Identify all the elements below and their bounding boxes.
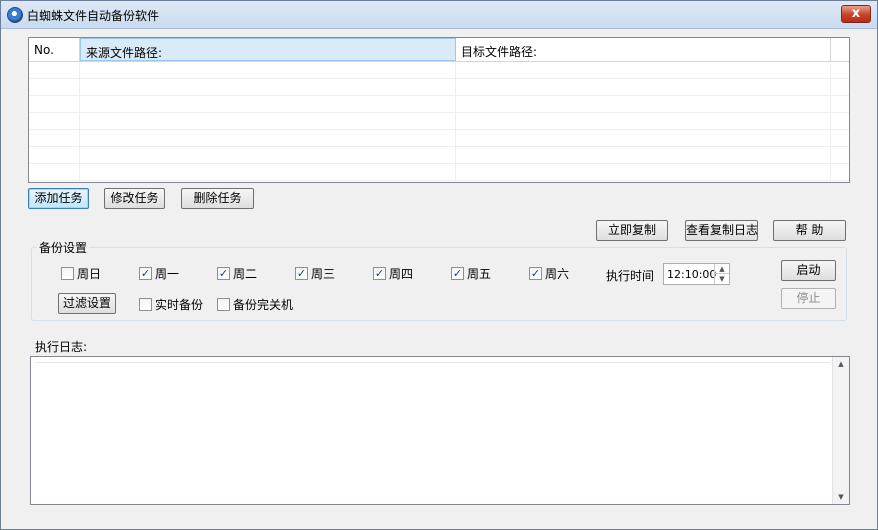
task-table[interactable]: No. 来源文件路径: 目标文件路径: [28, 37, 850, 183]
table-row[interactable] [29, 62, 849, 79]
title-bar[interactable]: 白蜘蛛文件自动备份软件 x [1, 1, 877, 29]
help-button[interactable]: 帮 助 [773, 220, 846, 241]
table-row[interactable] [29, 130, 849, 147]
checkbox-thursday[interactable]: ✓ 周四 [373, 265, 413, 282]
delete-task-button[interactable]: 删除任务 [181, 188, 254, 209]
checkbox-label: 周五 [467, 267, 492, 281]
spin-down-icon[interactable]: ▼ [715, 274, 729, 284]
checkbox-friday[interactable]: ✓ 周五 [451, 265, 491, 282]
app-logo-icon [7, 7, 23, 23]
checkbox-saturday[interactable]: ✓ 周六 [529, 265, 569, 282]
edit-task-button[interactable]: 修改任务 [104, 188, 165, 209]
checkbox-box[interactable] [61, 267, 74, 280]
filter-settings-button[interactable]: 过滤设置 [58, 293, 116, 314]
window-title: 白蜘蛛文件自动备份软件 [27, 9, 160, 23]
backup-settings-label: 备份设置 [37, 239, 90, 256]
checkbox-label: 实时备份 [155, 298, 204, 312]
add-task-button[interactable]: 添加任务 [28, 188, 89, 209]
checkbox-box[interactable] [217, 298, 230, 311]
spin-up-icon[interactable]: ▲ [715, 264, 729, 274]
checkbox-box[interactable] [139, 298, 152, 311]
checkmark-icon[interactable]: ✓ [529, 267, 542, 280]
checkbox-label: 备份完关机 [233, 298, 294, 312]
table-header: No. 来源文件路径: 目标文件路径: [29, 38, 849, 62]
checkbox-label: 周二 [233, 267, 258, 281]
checkmark-icon[interactable]: ✓ [217, 267, 230, 280]
checkbox-shutdown-after-backup[interactable]: 备份完关机 [217, 296, 293, 313]
stop-button[interactable]: 停止 [781, 288, 836, 309]
table-row[interactable] [29, 164, 849, 181]
checkmark-icon[interactable]: ✓ [139, 267, 152, 280]
checkbox-monday[interactable]: ✓ 周一 [139, 265, 179, 282]
checkbox-label: 周四 [389, 267, 414, 281]
checkbox-label: 周六 [545, 267, 570, 281]
log-scrollbar[interactable]: ▲ ▼ [832, 357, 849, 504]
exec-time-spinner[interactable]: 12:10:00 ▲ ▼ [663, 263, 730, 285]
checkbox-realtime-backup[interactable]: 实时备份 [139, 296, 203, 313]
table-row[interactable] [29, 113, 849, 130]
log-content[interactable] [35, 362, 830, 502]
main-window: 白蜘蛛文件自动备份软件 x No. 来源文件路径: 目标文件路径: 添加任务 修… [0, 0, 878, 530]
checkbox-sunday[interactable]: 周日 [61, 265, 101, 282]
scroll-down-icon[interactable]: ▼ [833, 493, 849, 501]
table-row[interactable] [29, 96, 849, 113]
column-header-filler [831, 38, 849, 61]
checkbox-label: 周日 [77, 267, 102, 281]
start-button[interactable]: 启动 [781, 260, 836, 281]
log-textarea[interactable]: ▲ ▼ [30, 356, 850, 505]
log-label: 执行日志: [35, 340, 88, 354]
view-copy-log-button[interactable]: 查看复制日志 [685, 220, 758, 241]
checkbox-label: 周三 [311, 267, 336, 281]
column-header-no[interactable]: No. [29, 38, 80, 61]
copy-now-button[interactable]: 立即复制 [596, 220, 668, 241]
checkbox-tuesday[interactable]: ✓ 周二 [217, 265, 257, 282]
close-button[interactable]: x [841, 5, 871, 23]
checkmark-icon[interactable]: ✓ [295, 267, 308, 280]
checkbox-wednesday[interactable]: ✓ 周三 [295, 265, 335, 282]
column-header-source[interactable]: 来源文件路径: [80, 38, 456, 61]
checkmark-icon[interactable]: ✓ [451, 267, 464, 280]
checkbox-label: 周一 [155, 267, 180, 281]
exec-time-value[interactable]: 12:10:00 [667, 268, 716, 281]
table-row[interactable] [29, 147, 849, 164]
column-header-target[interactable]: 目标文件路径: [456, 38, 831, 61]
scroll-up-icon[interactable]: ▲ [833, 360, 849, 368]
table-row[interactable] [29, 79, 849, 96]
checkmark-icon[interactable]: ✓ [373, 267, 386, 280]
exec-time-label: 执行时间 [606, 269, 655, 283]
spinner-arrows: ▲ ▼ [714, 264, 729, 284]
